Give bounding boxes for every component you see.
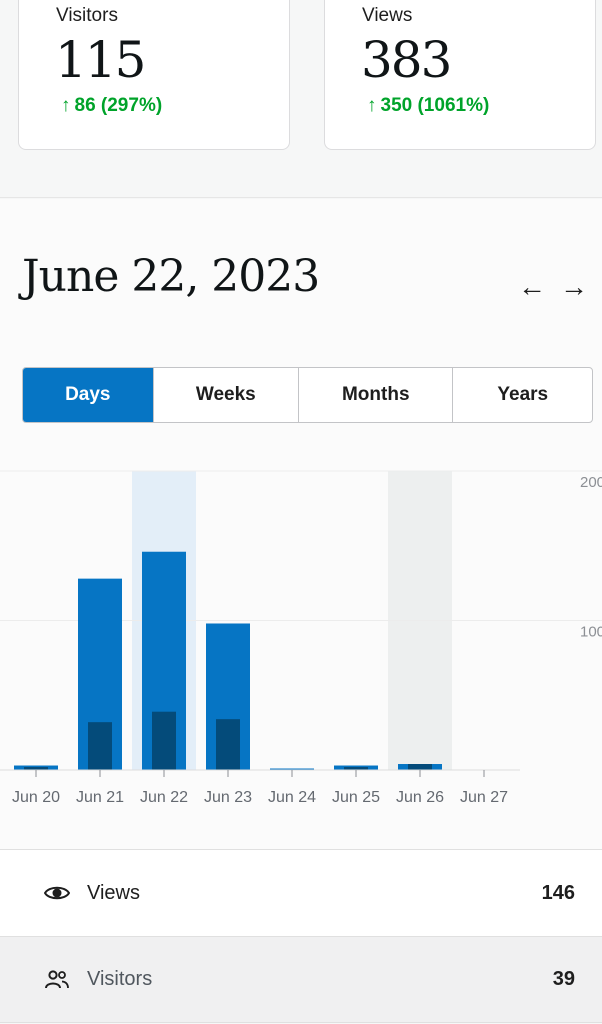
x-tick-label: Jun 21 [76, 789, 124, 806]
visitors-bar [408, 764, 432, 770]
visitors-stat-delta: ↑ 86 (297%) [61, 95, 162, 117]
arrow-right-icon[interactable]: → [560, 271, 588, 303]
x-tick-label: Jun 23 [204, 789, 252, 806]
arrow-left-icon[interactable]: ← [518, 271, 546, 303]
date-title: June 22, 2023 [22, 251, 320, 302]
summary-row-visitors[interactable]: Visitors 39 [0, 936, 602, 1023]
arrow-up-icon: ↑ [367, 95, 377, 116]
x-tick-label: Jun 22 [140, 789, 188, 806]
views-stat-value: 383 [361, 31, 452, 89]
x-tick-label: Jun 27 [460, 789, 508, 806]
x-tick-label: Jun 24 [268, 789, 316, 806]
summary-row-views[interactable]: Views 146 [0, 849, 602, 936]
period-tabs: Days Weeks Months Years [22, 367, 593, 423]
visitors-bar [216, 719, 240, 770]
summary-visitors-label: Visitors [87, 968, 153, 990]
summary-views-label: Views [87, 881, 140, 904]
tab-months[interactable]: Months [299, 368, 454, 422]
views-stat-delta: ↑ 350 (1061%) [367, 95, 489, 117]
x-tick-label: Jun 25 [332, 789, 380, 806]
views-delta-value: 350 (1061%) [380, 95, 490, 116]
arrow-up-icon: ↑ [61, 95, 71, 116]
tab-years[interactable]: Years [453, 368, 592, 422]
eye-icon [44, 880, 70, 906]
visitors-bar [88, 722, 112, 770]
views-bar-chart: 200 100 Jun 20 Jun 21 Jun 22 Jun 23 Jun 24 Jun … [0, 469, 602, 809]
chart-canvas: 200 100 Jun 20 Jun 21 Jun 22 Jun 23 Jun 24 Jun … [0, 470, 602, 806]
chart-section: June 22, 2023 ← → Days Weeks Months Year… [0, 199, 602, 849]
people-icon [44, 967, 70, 993]
views-stat-label: Views [362, 5, 413, 26]
views-stat-card[interactable]: Views 383 ↑ 350 (1061%) [324, 0, 596, 150]
summary-views-value: 146 [541, 881, 575, 904]
x-tick-label: Jun 26 [396, 789, 444, 806]
visitors-bar [152, 711, 176, 770]
tab-days[interactable]: Days [23, 368, 154, 422]
visitors-stat-card[interactable]: Visitors 115 ↑ 86 (297%) [18, 0, 290, 150]
y-tick-label: 200 [580, 474, 602, 491]
visitors-stat-value: 115 [55, 31, 146, 89]
y-tick-label: 100 [580, 624, 602, 641]
day-summary: Views 146 Visitors 39 [0, 849, 602, 1024]
visitors-stat-label: Visitors [56, 5, 118, 26]
tab-weeks[interactable]: Weeks [154, 368, 300, 422]
stats-summary: Visitors 115 ↑ 86 (297%) Views 383 ↑ 350 (… [0, 0, 602, 198]
summary-visitors-value: 39 [552, 968, 575, 990]
visitors-delta-value: 86 (297%) [74, 95, 163, 116]
x-tick-label: Jun 20 [12, 789, 60, 806]
